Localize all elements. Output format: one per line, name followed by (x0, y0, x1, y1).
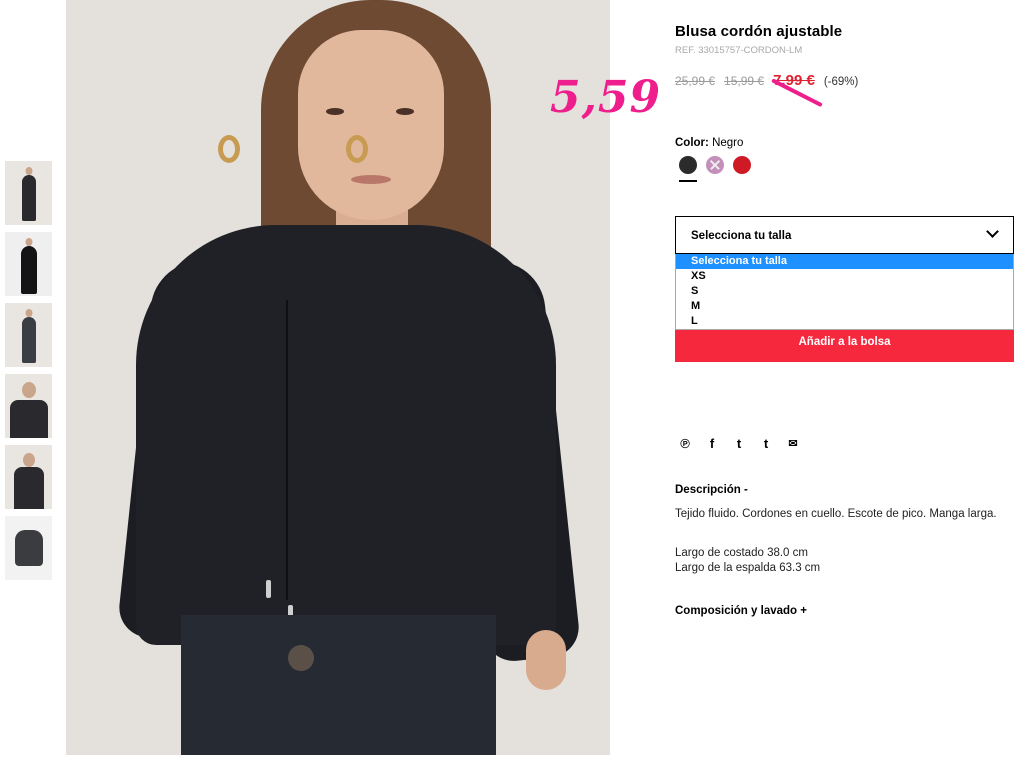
thumbnail-list (5, 161, 52, 587)
earring-left (218, 135, 240, 163)
model-eye-right (396, 108, 414, 115)
add-to-bag-button[interactable]: Añadir a la bolsa (675, 330, 1014, 362)
price-previous: 15,99 € (724, 74, 765, 88)
product-main-image[interactable] (66, 0, 610, 755)
size-option-placeholder[interactable]: Selecciona tu talla (676, 254, 1013, 269)
size-option-s[interactable]: S (676, 284, 1013, 299)
size-select-label: Selecciona tu talla (691, 230, 792, 242)
composition-heading[interactable]: Composición y lavado + (675, 605, 807, 617)
color-label-title: Color: (675, 137, 709, 149)
description-heading[interactable]: Descripción - (675, 484, 748, 496)
blouse-cord (286, 300, 288, 600)
facebook-icon[interactable]: f (704, 436, 720, 452)
model-lips (351, 175, 391, 184)
twitter-icon[interactable]: t (731, 436, 747, 452)
product-title: Blusa cordón ajustable (675, 23, 843, 40)
earring-right (346, 135, 368, 163)
swatch-lilac-unavailable[interactable] (706, 156, 724, 174)
size-option-l[interactable]: L (676, 314, 1013, 329)
tumblr-icon[interactable]: t (758, 436, 774, 452)
swatch-black[interactable] (679, 156, 697, 174)
color-label: Color: Negro (675, 137, 743, 149)
thumbnail-4[interactable] (5, 374, 52, 438)
model-eye-left (326, 108, 344, 115)
thumbnail-6[interactable] (5, 516, 52, 580)
size-option-xs[interactable]: XS (676, 269, 1013, 284)
swatch-red[interactable] (733, 156, 751, 174)
blouse-body (136, 225, 556, 645)
thumbnail-2[interactable] (5, 232, 52, 296)
pinterest-icon[interactable]: ℗ (677, 436, 693, 452)
thumbnail-3[interactable] (5, 303, 52, 367)
thumbnail-1[interactable] (5, 161, 52, 225)
trousers-button (288, 645, 314, 671)
handwritten-price-note: 5,59 (550, 72, 662, 123)
chevron-down-icon (986, 225, 999, 238)
model-hand (526, 630, 566, 690)
size-select[interactable]: Selecciona tu talla (675, 216, 1014, 254)
color-selected-name: Negro (712, 137, 744, 149)
cord-tip-left (266, 580, 271, 598)
size-option-m[interactable]: M (676, 299, 1013, 314)
model-face (298, 30, 444, 220)
price-original: 25,99 € (675, 74, 716, 88)
size-dropdown: Selecciona tu talla XS S M L (675, 254, 1014, 330)
measure-back-length: Largo de la espalda 63.3 cm (675, 562, 821, 574)
thumbnail-5[interactable] (5, 445, 52, 509)
description-text: Tejido fluido. Cordones en cuello. Escot… (675, 508, 997, 520)
swatch-selected-indicator (679, 180, 697, 182)
add-to-bag-label: Añadir a la bolsa (798, 336, 891, 348)
price-row: 25,99 €15,99 €7,99 € (-69%) (675, 72, 858, 89)
measure-side-length: Largo de costado 38.0 cm (675, 547, 808, 559)
email-icon[interactable]: ✉ (785, 436, 801, 452)
trousers (181, 615, 496, 755)
discount-badge: (-69%) (823, 76, 859, 88)
product-ref: REF. 33015757-CORDON-LM (675, 45, 803, 56)
